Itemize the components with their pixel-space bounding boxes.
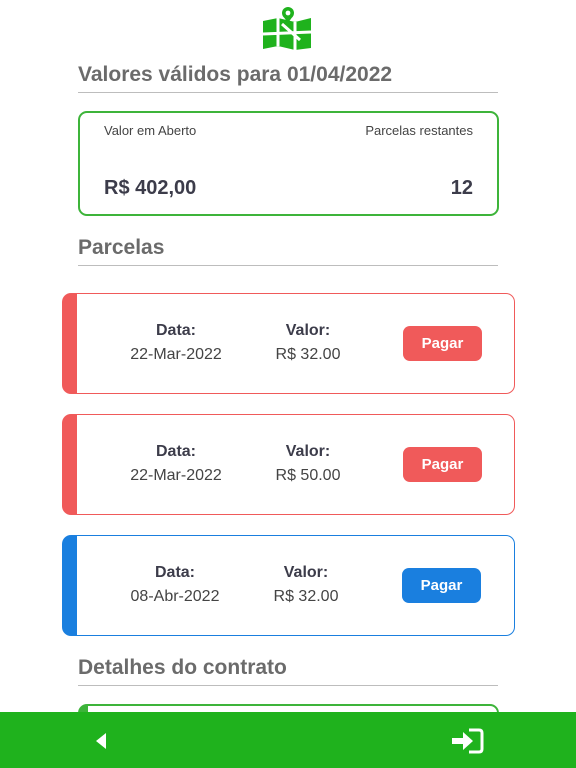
installment-card: Data: 22-Mar-2022 Valor: R$ 50.00 Pagar [62, 414, 515, 515]
remaining-installments-count: 12 [450, 177, 473, 199]
installment-card: Data: 08-Abr-2022 Valor: R$ 32.00 Pagar [62, 535, 515, 636]
installment-date-column: Data: 22-Mar-2022 [116, 443, 236, 485]
installment-date: 08-Abr-2022 [130, 588, 220, 605]
installment-card: Data: 22-Mar-2022 Valor: R$ 32.00 Pagar [62, 293, 515, 394]
bottom-nav-bar [0, 712, 576, 768]
installment-date-column: Data: 22-Mar-2022 [116, 322, 236, 364]
installment-value-column: Valor: R$ 32.00 [246, 564, 366, 606]
date-label: Data: [155, 443, 196, 460]
installment-value: R$ 50.00 [275, 467, 341, 484]
installment-value: R$ 32.00 [275, 346, 341, 363]
installment-value-column: Valor: R$ 32.00 [248, 322, 368, 364]
summary-card: Valor em Aberto Parcelas restantes R$ 40… [78, 111, 499, 216]
back-button[interactable] [84, 726, 118, 756]
installment-value: R$ 32.00 [273, 588, 339, 605]
pay-button[interactable]: Pagar [403, 326, 482, 361]
contract-details-section-title: Detalhes do contrato [78, 656, 498, 686]
value-label: Valor: [285, 443, 331, 460]
pay-button[interactable]: Pagar [403, 447, 482, 482]
map-logo-icon [262, 7, 312, 50]
value-label: Valor: [283, 564, 329, 581]
back-arrow-icon [96, 733, 106, 749]
remaining-installments-label: Parcelas restantes [365, 123, 473, 138]
page-title: Valores válidos para 01/04/2022 [78, 63, 498, 93]
sign-in-icon [452, 728, 484, 754]
date-label: Data: [155, 322, 196, 339]
open-value: R$ 402,00 [104, 177, 197, 199]
installments-section-title: Parcelas [78, 236, 498, 266]
installment-date-column: Data: 08-Abr-2022 [115, 564, 235, 606]
installment-date: 22-Mar-2022 [130, 346, 222, 363]
pay-button[interactable]: Pagar [402, 568, 481, 603]
open-value-label: Valor em Aberto [104, 123, 197, 138]
installment-value-column: Valor: R$ 50.00 [248, 443, 368, 485]
login-button[interactable] [450, 726, 484, 756]
date-label: Data: [154, 564, 195, 581]
installment-date: 22-Mar-2022 [130, 467, 222, 484]
value-label: Valor: [285, 322, 331, 339]
